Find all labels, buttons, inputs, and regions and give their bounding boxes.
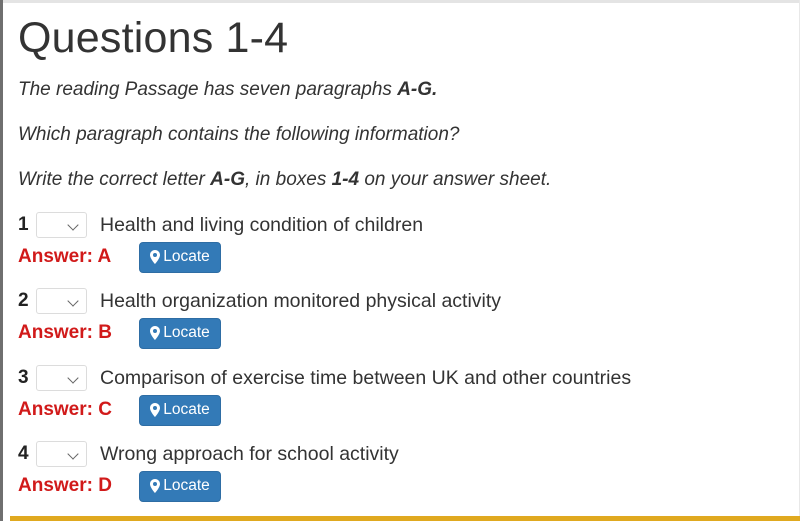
- left-border: [0, 0, 3, 521]
- answer-label: Answer: C: [18, 399, 112, 420]
- instruction-bold: 1-4: [331, 169, 360, 190]
- instruction-which: Which paragraph contains the following i…: [18, 124, 460, 145]
- locate-label: Locate: [163, 477, 210, 494]
- question-text: Wrong approach for school activity: [100, 442, 399, 465]
- locate-button[interactable]: Locate: [139, 317, 221, 349]
- chevron-down-icon: [67, 372, 79, 384]
- answer-select[interactable]: [36, 365, 87, 391]
- locate-button[interactable]: Locate: [139, 470, 221, 502]
- question-number: 4: [18, 443, 29, 464]
- locate-label: Locate: [163, 401, 210, 418]
- bottom-accent-bar: [10, 516, 800, 521]
- instruction-text: The reading Passage has seven paragraphs: [18, 79, 398, 100]
- instruction-text: Write the correct letter: [18, 169, 211, 190]
- question-item: 2 Health organization monitored physical…: [18, 287, 778, 367]
- question-number: 1: [18, 214, 29, 235]
- answer-label: Answer: A: [18, 246, 112, 267]
- answer-label: Answer: B: [18, 322, 112, 343]
- locate-label: Locate: [163, 324, 210, 341]
- answer-select[interactable]: [36, 288, 87, 314]
- chevron-down-icon: [67, 295, 79, 307]
- question-item: 4 Wrong approach for school activity Ans…: [18, 440, 778, 520]
- question-text: Comparison of exercise time between UK a…: [100, 366, 632, 389]
- question-number: 2: [18, 290, 29, 311]
- chevron-down-icon: [67, 448, 79, 460]
- map-marker-icon: [150, 403, 161, 417]
- answer-select[interactable]: [36, 441, 87, 467]
- question-item: 1 Health and living condition of childre…: [18, 211, 778, 291]
- top-border: [0, 0, 800, 3]
- question-text: Health organization monitored physical a…: [100, 289, 502, 312]
- map-marker-icon: [150, 326, 161, 340]
- locate-label: Locate: [163, 248, 210, 265]
- instruction-text: , in boxes: [245, 169, 332, 190]
- answer-select[interactable]: [36, 212, 87, 238]
- answer-label: Answer: D: [18, 475, 112, 496]
- instruction-text: on your answer sheet.: [359, 169, 552, 190]
- instruction-bold: A-G: [210, 169, 245, 190]
- instruction-bold: A-G.: [397, 79, 438, 100]
- locate-button[interactable]: Locate: [139, 241, 221, 273]
- chevron-down-icon: [67, 219, 79, 231]
- locate-button[interactable]: Locate: [139, 394, 221, 426]
- instruction-paragraphs: The reading Passage has seven paragraphs…: [18, 79, 437, 101]
- question-text: Health and living condition of children: [100, 213, 424, 236]
- question-number: 3: [18, 367, 29, 388]
- question-item: 3 Comparison of exercise time between UK…: [18, 364, 778, 444]
- instruction-write: Write the correct letter A-G, in boxes 1…: [18, 169, 551, 191]
- map-marker-icon: [150, 479, 161, 493]
- page-title: Questions 1-4: [18, 14, 289, 62]
- map-marker-icon: [150, 250, 161, 264]
